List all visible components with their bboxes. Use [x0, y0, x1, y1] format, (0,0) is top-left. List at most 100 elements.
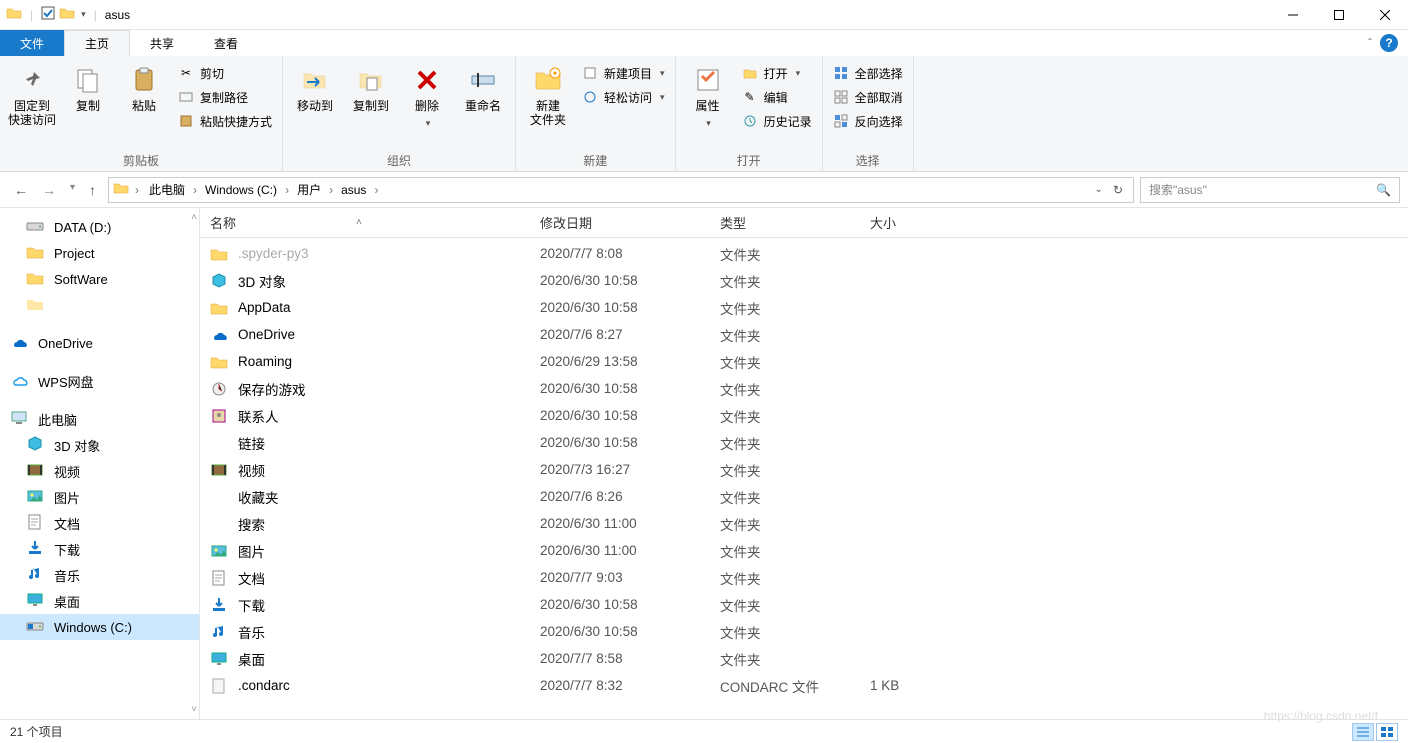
new-folder-button[interactable]: ✦新建 文件夹: [522, 60, 574, 146]
file-row[interactable]: 下载 2020/6/30 10:58 文件夹: [200, 591, 1408, 618]
rename-button[interactable]: 重命名: [457, 60, 509, 146]
forward-button[interactable]: →: [42, 182, 56, 198]
collapse-ribbon-icon[interactable]: ˆ: [1368, 36, 1372, 50]
chevron-right-icon[interactable]: ›: [281, 183, 293, 197]
file-date: 2020/7/7 9:03: [530, 570, 710, 585]
sidebar-item[interactable]: 桌面: [0, 588, 199, 614]
col-name[interactable]: 名称˄: [200, 213, 530, 232]
tab-home[interactable]: 主页: [64, 30, 130, 56]
edit-button[interactable]: ✎编辑: [738, 86, 816, 108]
sidebar-item[interactable]: 此电脑: [0, 406, 199, 432]
file-row[interactable]: .condarc 2020/7/7 8:32 CONDARC 文件 1 KB: [200, 672, 1408, 699]
column-headers[interactable]: 名称˄ 修改日期 类型 大小: [200, 208, 1408, 238]
file-row[interactable]: 视频 2020/7/3 16:27 文件夹: [200, 456, 1408, 483]
file-row[interactable]: ath class="folder-icon" d="M1 5h6l2 2h8v…: [200, 483, 1408, 510]
sidebar-item[interactable]: 3D 对象: [0, 432, 199, 458]
file-row[interactable]: 音乐 2020/6/30 10:58 文件夹: [200, 618, 1408, 645]
paste-shortcut-button[interactable]: 粘贴快捷方式: [174, 110, 276, 132]
invert-selection-button[interactable]: 反向选择: [829, 110, 907, 132]
qat-checkbox-icon[interactable]: [41, 6, 55, 23]
qat-dropdown-icon[interactable]: ▾: [81, 9, 86, 20]
search-icon[interactable]: 🔍: [1376, 183, 1391, 197]
file-row[interactable]: 3D 对象 2020/6/30 10:58 文件夹: [200, 267, 1408, 294]
address-dropdown-icon[interactable]: ⌄: [1095, 184, 1103, 195]
close-button[interactable]: [1362, 0, 1408, 30]
history-button[interactable]: 历史记录: [738, 110, 816, 132]
breadcrumb-segment[interactable]: Windows (C:): [201, 183, 281, 197]
details-view-button[interactable]: [1352, 723, 1374, 741]
sidebar-item[interactable]: 视频: [0, 458, 199, 484]
help-icon[interactable]: ?: [1380, 34, 1398, 52]
properties-button[interactable]: 属性▾: [682, 60, 734, 146]
select-none-button[interactable]: 全部取消: [829, 86, 907, 108]
file-row[interactable]: AppData 2020/6/30 10:58 文件夹: [200, 294, 1408, 321]
copy-to-button[interactable]: 复制到: [345, 60, 397, 146]
file-row[interactable]: 保存的游戏 2020/6/30 10:58 文件夹: [200, 375, 1408, 402]
file-row[interactable]: .spyder-py3 2020/7/7 8:08 文件夹: [200, 240, 1408, 267]
maximize-button[interactable]: [1316, 0, 1362, 30]
pin-to-quick-access-button[interactable]: 固定到 快速访问: [6, 60, 58, 146]
copy-path-button[interactable]: 复制路径: [174, 86, 276, 108]
sidebar-item-label: 文档: [54, 514, 80, 533]
sidebar-item[interactable]: Project: [0, 240, 199, 266]
breadcrumb-segment[interactable]: 此电脑: [145, 183, 189, 197]
copy-button[interactable]: 复制: [62, 60, 114, 146]
file-row[interactable]: Roaming 2020/6/29 13:58 文件夹: [200, 348, 1408, 375]
file-name: 收藏夹: [238, 487, 279, 507]
tab-view[interactable]: 查看: [194, 30, 258, 56]
chevron-right-icon[interactable]: ›: [325, 183, 337, 197]
move-to-button[interactable]: 移动到: [289, 60, 341, 146]
tab-file[interactable]: 文件: [0, 30, 64, 56]
scroll-down-icon[interactable]: ˅: [191, 704, 197, 715]
file-row[interactable]: 文档 2020/7/7 9:03 文件夹: [200, 564, 1408, 591]
back-button[interactable]: ←: [14, 182, 28, 198]
sidebar-item[interactable]: OneDrive: [0, 330, 199, 356]
breadcrumb-segment[interactable]: 用户: [293, 183, 325, 197]
file-name: 音乐: [238, 622, 265, 642]
file-type: 文件夹: [710, 433, 860, 453]
file-row[interactable]: ath class="folder-icon" d="M1 5h6l2 2h8v…: [200, 429, 1408, 456]
file-name: 链接: [238, 433, 265, 453]
sidebar-item[interactable]: 下载: [0, 536, 199, 562]
scroll-up-icon[interactable]: ˄: [191, 212, 197, 223]
tab-share[interactable]: 共享: [130, 30, 194, 56]
sidebar-item[interactable]: DATA (D:): [0, 214, 199, 240]
sidebar-item[interactable]: WPS网盘: [0, 368, 199, 394]
file-row[interactable]: OneDrive 2020/7/6 8:27 文件夹: [200, 321, 1408, 348]
sidebar-item[interactable]: 音乐: [0, 562, 199, 588]
easy-access-button[interactable]: 轻松访问▾: [578, 86, 669, 108]
sidebar-item[interactable]: 文档: [0, 510, 199, 536]
chevron-right-icon[interactable]: ›: [189, 183, 201, 197]
up-button[interactable]: ↑: [89, 182, 96, 198]
col-type[interactable]: 类型: [710, 213, 860, 232]
delete-button[interactable]: 删除▾: [401, 60, 453, 146]
chevron-right-icon[interactable]: ›: [131, 183, 143, 197]
file-row[interactable]: 桌面 2020/7/7 8:58 文件夹: [200, 645, 1408, 672]
refresh-button[interactable]: ↻: [1113, 183, 1123, 197]
col-size[interactable]: 大小: [860, 213, 1010, 232]
search-box[interactable]: 搜索"asus" 🔍: [1140, 177, 1400, 203]
select-all-button[interactable]: 全部选择: [829, 62, 907, 84]
paste-button[interactable]: 粘贴: [118, 60, 170, 146]
sidebar-item[interactable]: 图片: [0, 484, 199, 510]
new-item-button[interactable]: 新建项目▾: [578, 62, 669, 84]
navigation-pane[interactable]: ˄ DATA (D:)ProjectSoftWare OneDrive WPS网盘此…: [0, 208, 200, 719]
cut-button[interactable]: ✂剪切: [174, 62, 276, 84]
icons-view-button[interactable]: [1376, 723, 1398, 741]
file-row[interactable]: 联系人 2020/6/30 10:58 文件夹: [200, 402, 1408, 429]
file-row[interactable]: 图片 2020/6/30 11:00 文件夹: [200, 537, 1408, 564]
breadcrumb-segment[interactable]: asus: [337, 183, 370, 197]
sidebar-item[interactable]: SoftWare: [0, 266, 199, 292]
sidebar-item[interactable]: [0, 292, 199, 318]
file-list[interactable]: .spyder-py3 2020/7/7 8:08 文件夹 3D 对象 2020…: [200, 238, 1408, 719]
open-button[interactable]: 打开▾: [738, 62, 816, 84]
col-date[interactable]: 修改日期: [530, 213, 710, 232]
chevron-right-icon[interactable]: ›: [370, 183, 382, 197]
address-bar[interactable]: › 此电脑›Windows (C:)›用户›asus› ⌄ ↻: [108, 177, 1134, 203]
file-row[interactable]: ath class="folder-icon" d="M1 5h6l2 2h8v…: [200, 510, 1408, 537]
file-type: 文件夹: [710, 460, 860, 480]
sidebar-item[interactable]: Windows (C:): [0, 614, 199, 640]
minimize-button[interactable]: [1270, 0, 1316, 30]
recent-dropdown-icon[interactable]: ▾: [70, 182, 75, 198]
folder-icon[interactable]: [59, 5, 75, 24]
